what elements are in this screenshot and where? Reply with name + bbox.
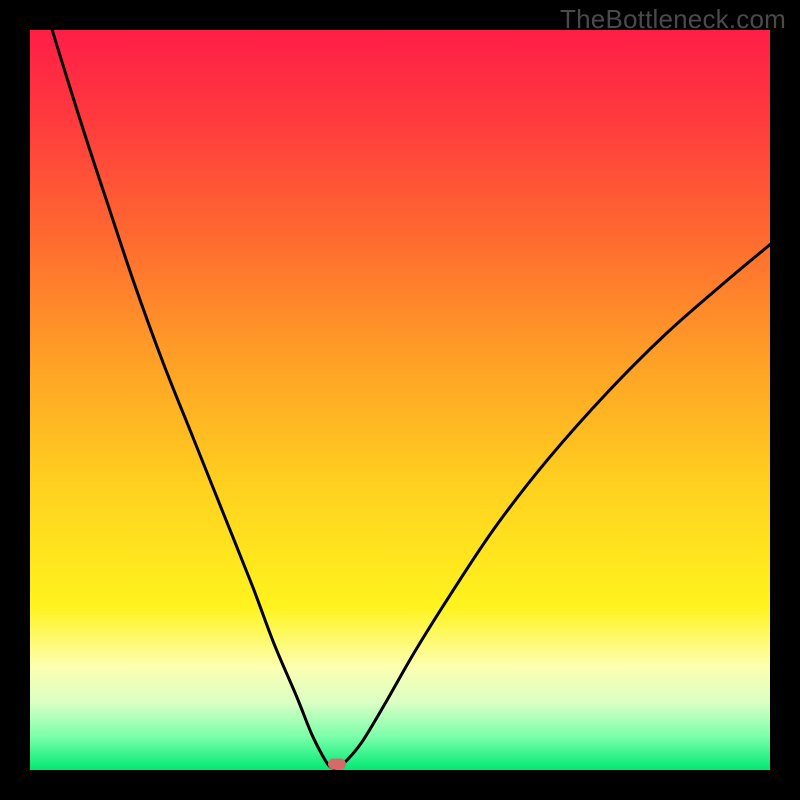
gradient-background xyxy=(30,30,770,770)
chart-frame: TheBottleneck.com xyxy=(0,0,800,800)
plot-svg xyxy=(30,30,770,770)
plot-area xyxy=(30,30,770,770)
optimal-point-marker xyxy=(328,759,346,770)
watermark-text: TheBottleneck.com xyxy=(560,4,786,35)
